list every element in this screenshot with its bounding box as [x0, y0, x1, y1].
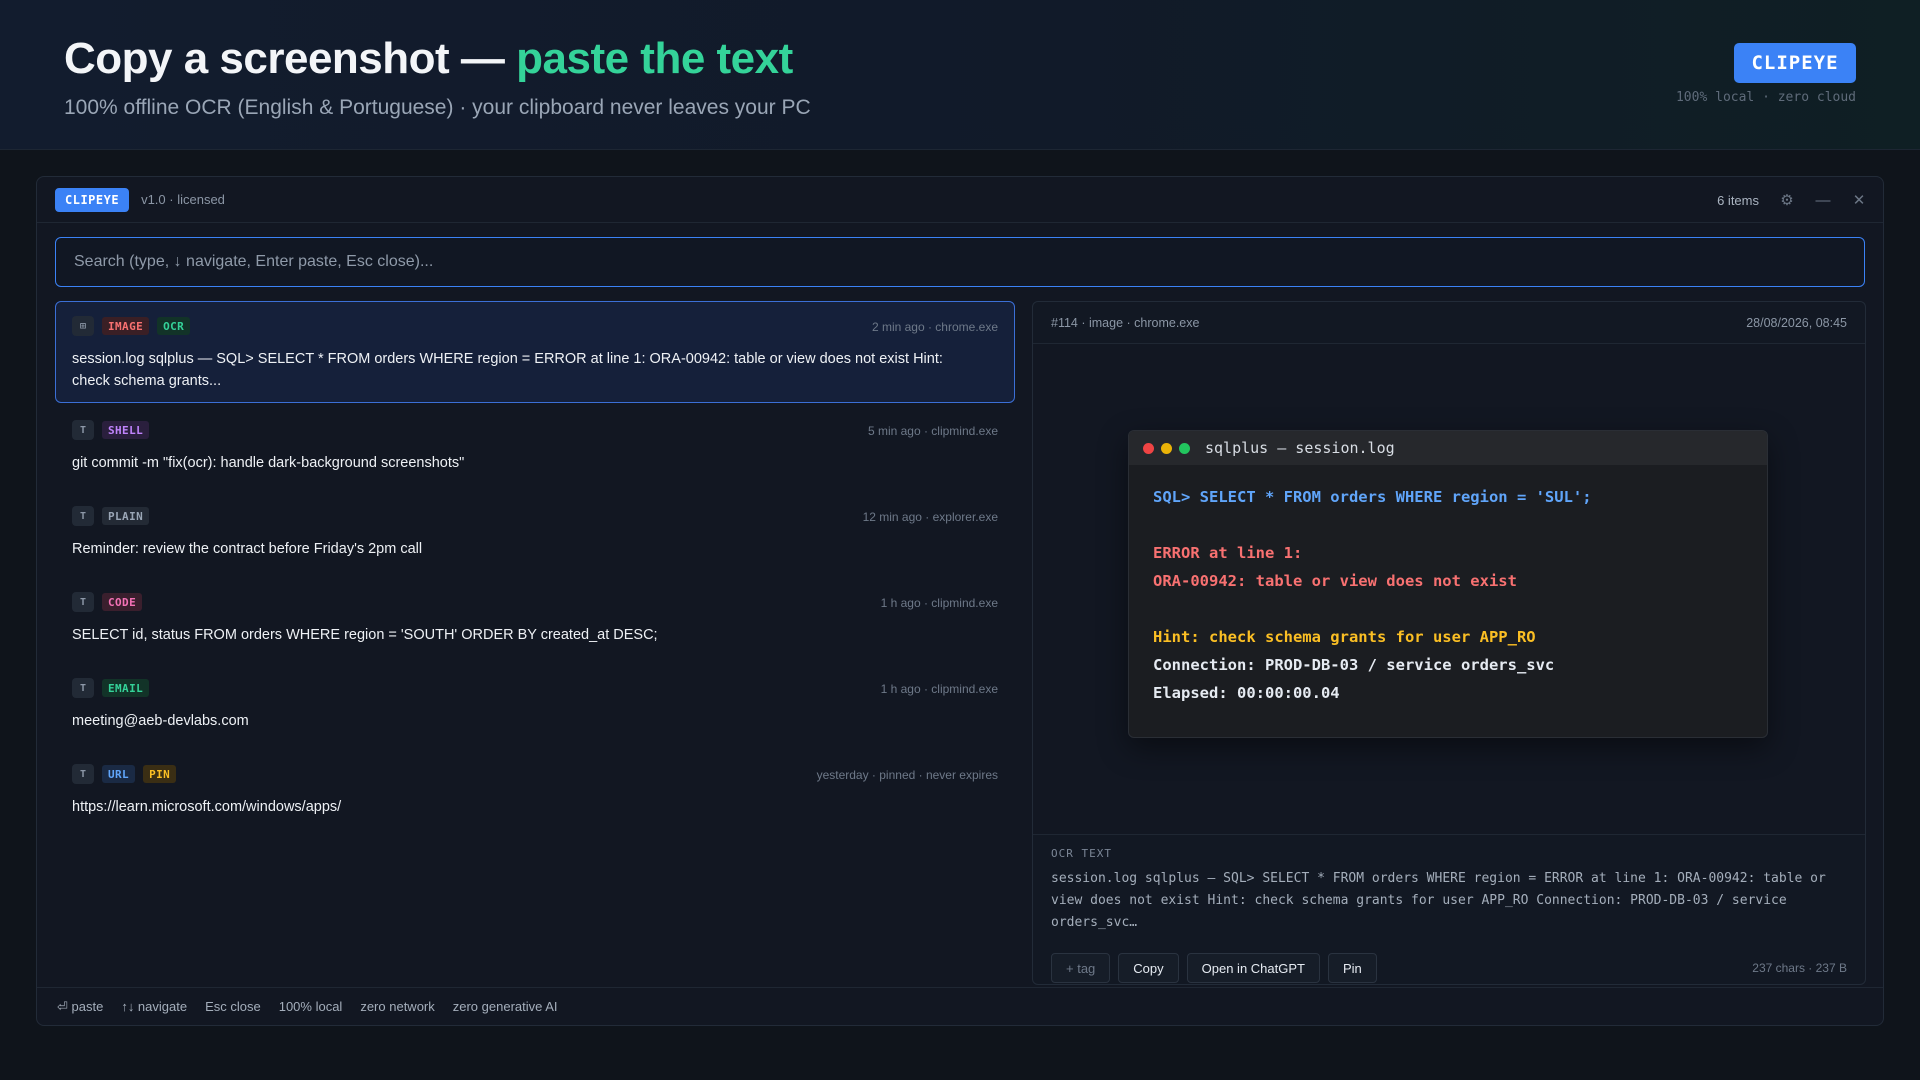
- item-meta: 2 min ago · chrome.exe: [871, 320, 998, 334]
- ocr-text: session.log sqlplus — SQL> SELECT * FROM…: [1051, 871, 1826, 930]
- text-type-icon: T: [72, 764, 94, 784]
- terminal-titlebar: sqlplus — session.log: [1129, 431, 1767, 465]
- list-item[interactable]: T EMAIL 1 h ago · clipmind.exe meeting@aeb-…: [55, 663, 1015, 749]
- terminal-line: Hint: check schema grants for user APP_R…: [1153, 628, 1536, 646]
- item-text: SELECT id, status FROM orders WHERE regi…: [72, 627, 658, 643]
- copy-button[interactable]: Copy: [1118, 953, 1179, 983]
- hero-title: Copy a screenshot — paste the text: [64, 34, 793, 84]
- app-window: CLIPEYE v1.0 · licensed 6 items ⚙ — ✕ ⊞ I…: [36, 176, 1884, 1026]
- pin-button[interactable]: Pin: [1327, 953, 1377, 983]
- terminal-line: ERROR at line 1:: [1153, 544, 1303, 562]
- item-header: T PLAIN: [72, 506, 998, 526]
- terminal-title: sqlplus — session.log: [1205, 439, 1395, 457]
- shortcut-hint: zero generative AI: [452, 999, 558, 1014]
- ocr-stats: 237 chars · 237 B: [1752, 961, 1847, 975]
- text-type-icon: T: [72, 678, 94, 698]
- open-chatgpt-button[interactable]: Open in ChatGPT: [1186, 953, 1320, 983]
- add-tag-button[interactable]: + tag: [1051, 953, 1111, 983]
- item-meta: 5 min ago · clipmind.exe: [867, 424, 998, 438]
- app-badge: CLIPEYE: [55, 187, 130, 212]
- terminal-line: SQL> SELECT * FROM orders WHERE region =…: [1153, 488, 1592, 506]
- hero-title-accent: paste the text: [516, 34, 793, 83]
- item-text: https://learn.microsoft.com/windows/apps…: [72, 799, 342, 815]
- tag-badge: PIN: [143, 765, 177, 783]
- tag-badge: SHELL: [102, 421, 150, 439]
- item-text: session.log sqlplus — SQL> SELECT * FROM…: [72, 351, 943, 389]
- hero-title-prefix: Copy a screenshot —: [64, 34, 517, 83]
- hero-header: Copy a screenshot — paste the text 100% …: [0, 0, 1920, 150]
- shortcut-hint: zero network: [360, 999, 435, 1014]
- tag-badge: EMAIL: [102, 679, 150, 697]
- ocr-section: OCR TEXT session.log sqlplus — SQL> SELE…: [1033, 834, 1865, 984]
- item-text: Reminder: review the contract before Fri…: [72, 541, 423, 557]
- green-dot-icon: [1179, 442, 1190, 454]
- search-input[interactable]: [74, 253, 1846, 271]
- minimize-icon[interactable]: —: [1815, 192, 1831, 209]
- item-header: ⊞ IMAGE OCR: [72, 316, 998, 336]
- item-meta: 1 h ago · clipmind.exe: [880, 682, 998, 696]
- search-box: [55, 237, 1865, 287]
- text-type-icon: T: [72, 420, 94, 440]
- list-item[interactable]: T SHELL 5 min ago · clipmind.exe git commit…: [55, 405, 1015, 491]
- shortcut-hint: 100% local: [278, 999, 343, 1014]
- detail-header: #114 · image · chrome.exe 28/08/2026, 08…: [1033, 302, 1865, 344]
- item-meta: yesterday · pinned · never expires: [816, 768, 998, 782]
- tag-badge: OCR: [157, 317, 191, 335]
- list-item[interactable]: T CODE 1 h ago · clipmind.exe SELECT id, st…: [55, 577, 1015, 663]
- item-text: meeting@aeb-devlabs.com: [72, 713, 249, 729]
- text-type-icon: T: [72, 592, 94, 612]
- list-item[interactable]: ⊞ IMAGE OCR 2 min ago · chrome.exe session.l…: [55, 301, 1015, 403]
- brand-badge: CLIPEYE: [1734, 43, 1856, 83]
- yellow-dot-icon: [1161, 442, 1172, 454]
- tag-badge: PLAIN: [102, 507, 150, 525]
- shortcut-hint: ↑↓ navigate: [121, 999, 188, 1014]
- red-dot-icon: [1143, 442, 1154, 454]
- ocr-actions: + tag Copy Open in ChatGPT Pin: [1051, 953, 1377, 983]
- item-meta: 1 h ago · clipmind.exe: [880, 596, 998, 610]
- hero-subtitle: 100% offline OCR (English & Portuguese) …: [64, 96, 811, 119]
- detail-id: #114 · image · chrome.exe: [1051, 315, 1200, 330]
- image-preview: sqlplus — session.log SQL> SELECT * FROM…: [1033, 344, 1865, 834]
- tag-badge: IMAGE: [102, 317, 150, 335]
- terminal-line: ORA-00942: table or view does not exist: [1153, 572, 1517, 590]
- tag-badge: URL: [102, 765, 136, 783]
- window-titlebar: CLIPEYE v1.0 · licensed 6 items ⚙ — ✕: [37, 177, 1883, 223]
- detail-date: 28/08/2026, 08:45: [1746, 315, 1847, 330]
- item-header: T EMAIL: [72, 678, 998, 698]
- shortcut-footer: ⏎ paste ↑↓ navigate Esc close 100% local zer…: [37, 987, 1883, 1025]
- hero-note: 100% local · zero cloud: [1675, 90, 1856, 105]
- image-type-icon: ⊞: [72, 316, 94, 336]
- app-version: v1.0 · licensed: [141, 192, 225, 207]
- shortcut-hint: Esc close: [205, 999, 261, 1014]
- terminal-line: Connection: PROD-DB-03 / service orders_…: [1153, 656, 1555, 674]
- item-text: git commit -m "fix(ocr): handle dark-bac…: [72, 455, 465, 471]
- close-icon[interactable]: ✕: [1851, 191, 1867, 209]
- terminal-screenshot: sqlplus — session.log SQL> SELECT * FROM…: [1128, 430, 1768, 738]
- item-meta: 12 min ago · explorer.exe: [862, 510, 998, 524]
- list-item[interactable]: T PLAIN 12 min ago · explorer.exe Reminder:…: [55, 491, 1015, 577]
- detail-panel: #114 · image · chrome.exe 28/08/2026, 08…: [1032, 301, 1866, 985]
- item-header: T SHELL: [72, 420, 998, 440]
- item-header: T CODE: [72, 592, 998, 612]
- item-count: 6 items: [1717, 192, 1759, 208]
- gear-icon[interactable]: ⚙: [1779, 191, 1795, 209]
- text-type-icon: T: [72, 506, 94, 526]
- shortcut-hint: ⏎ paste: [57, 998, 104, 1014]
- clipboard-list: ⊞ IMAGE OCR 2 min ago · chrome.exe session.l…: [55, 301, 1015, 835]
- list-item[interactable]: T URL PIN yesterday · pinned · never expire…: [55, 749, 1015, 835]
- ocr-label: OCR TEXT: [1051, 847, 1112, 860]
- tag-badge: CODE: [102, 593, 143, 611]
- terminal-line: Elapsed: 00:00:00.04: [1153, 684, 1340, 702]
- terminal-body: SQL> SELECT * FROM orders WHERE region =…: [1129, 465, 1767, 725]
